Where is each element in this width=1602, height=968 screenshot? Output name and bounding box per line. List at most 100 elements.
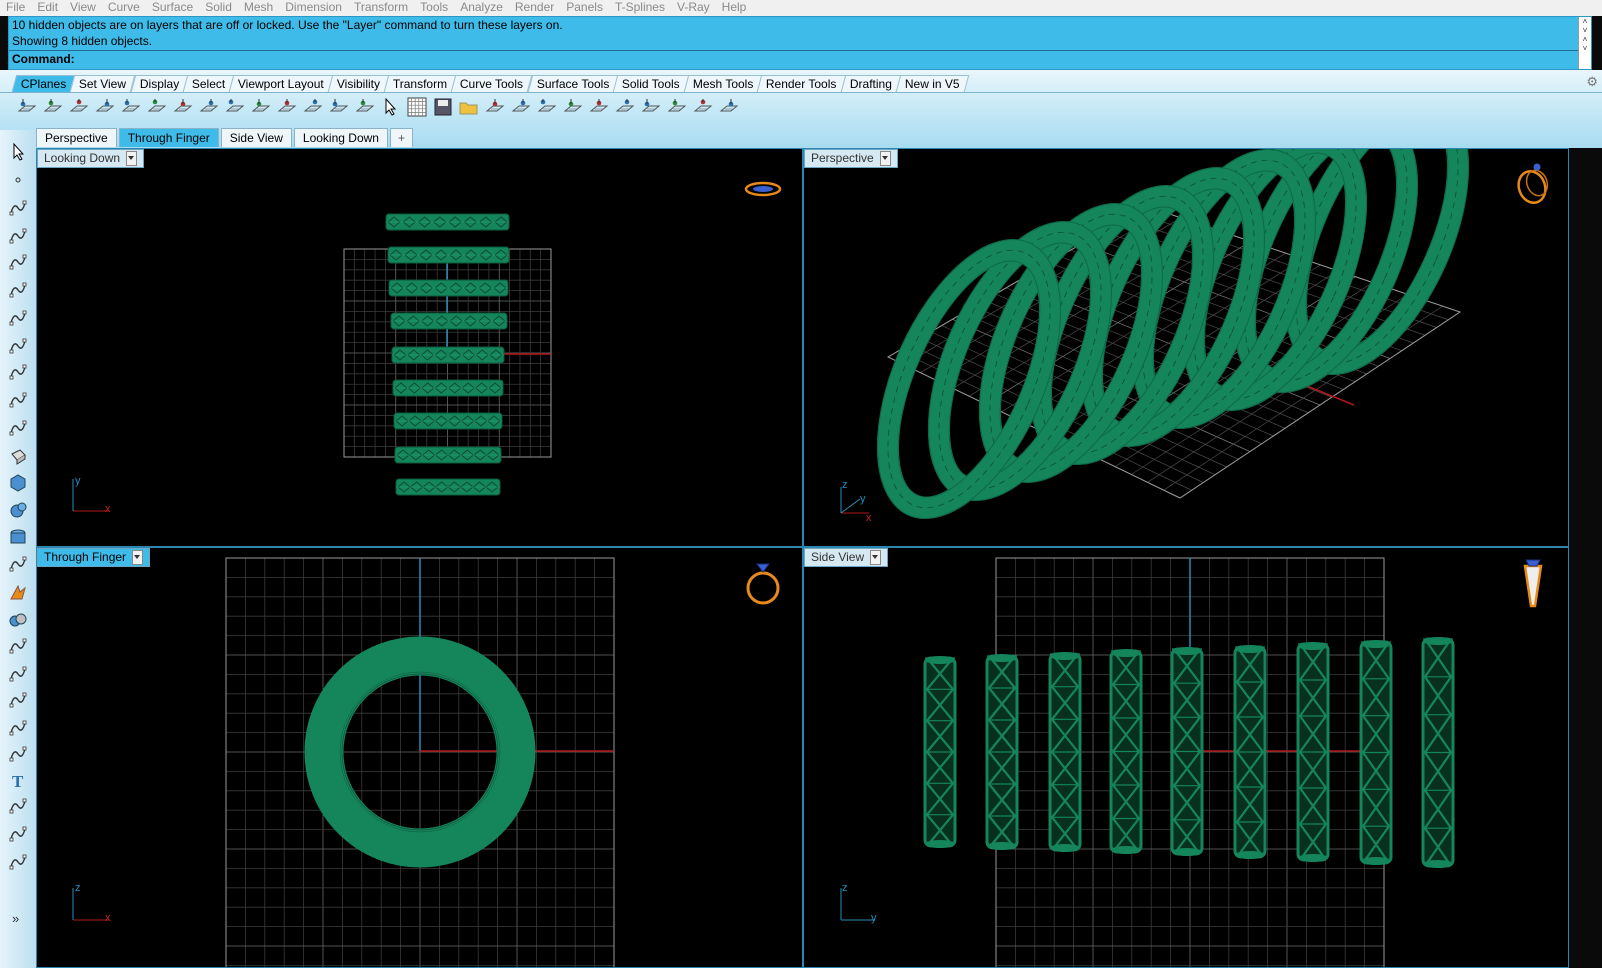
menu-render[interactable]: Render (509, 1, 560, 13)
dimension-icon[interactable] (6, 794, 30, 818)
command-prompt[interactable]: Command: (12, 52, 75, 66)
toolbar-tab-transform[interactable]: Transform (383, 75, 457, 92)
menu-solid[interactable]: Solid (199, 1, 238, 13)
fillet-icon[interactable] (6, 388, 30, 412)
menu-analyze[interactable]: Analyze (454, 1, 509, 13)
cplane-previous-icon[interactable] (638, 95, 664, 119)
viewport-through-finger[interactable]: Through Finger z x (36, 547, 803, 968)
curve-icon[interactable] (6, 224, 30, 248)
trim-icon[interactable] (6, 662, 30, 686)
cplane-world-back-icon[interactable] (92, 95, 118, 119)
cplane-surface-icon[interactable] (586, 95, 612, 119)
array-icon[interactable] (6, 742, 30, 766)
polygon-icon[interactable] (6, 306, 30, 330)
group-icon[interactable] (6, 822, 30, 846)
menu-edit[interactable]: Edit (31, 1, 64, 13)
ring-band-side-view[interactable] (1296, 642, 1330, 862)
select-cursor-icon[interactable] (378, 95, 404, 119)
ring-band-top-view[interactable] (391, 346, 505, 364)
gear-icon[interactable]: ⚙ (1586, 74, 1598, 90)
menu-tools[interactable]: Tools (414, 1, 454, 13)
cplane-perpendicular-icon[interactable] (560, 95, 586, 119)
ring-band-side-view[interactable] (1109, 649, 1143, 854)
menu-surface[interactable]: Surface (146, 1, 199, 13)
chevron-down-icon[interactable] (870, 550, 882, 565)
cplane-view-icon[interactable] (300, 95, 326, 119)
toolbar-tab-select[interactable]: Select (182, 75, 235, 92)
viewport-side-view[interactable]: Side View z y (803, 547, 1569, 968)
toolbar-tab-surface-tools[interactable]: Surface Tools (527, 75, 619, 92)
cplane-x-axis-icon[interactable] (248, 95, 274, 119)
ring-band-side-view[interactable] (1048, 652, 1082, 852)
ring-band-top-view[interactable] (387, 246, 510, 264)
menu-mesh[interactable]: Mesh (238, 1, 279, 13)
box-icon[interactable] (6, 470, 30, 494)
explode-icon[interactable] (6, 716, 30, 740)
cplane-object-icon[interactable] (326, 95, 352, 119)
text-icon[interactable]: T (6, 768, 30, 792)
ring-band-side-view[interactable] (1359, 640, 1393, 865)
join-icon[interactable] (6, 688, 30, 712)
point-icon[interactable] (6, 168, 30, 192)
ring-band-top-view[interactable] (388, 279, 509, 297)
cylinder-icon[interactable] (6, 526, 30, 550)
add-viewport-tab-icon[interactable]: + (389, 128, 413, 147)
toolbar-tab-solid-tools[interactable]: Solid Tools (612, 75, 690, 92)
ring-band-top-view[interactable] (393, 412, 503, 430)
menu-file[interactable]: File (0, 1, 31, 13)
toolbar-tab-set-view[interactable]: Set View (70, 75, 136, 92)
viewport-tab-side-view[interactable]: Side View (220, 128, 292, 147)
ring-band-top-view[interactable] (390, 312, 508, 330)
cplane-tools-icon[interactable] (690, 95, 716, 119)
split-icon[interactable] (6, 634, 30, 658)
cplane-elevation-icon[interactable] (196, 95, 222, 119)
arc-icon[interactable] (6, 360, 30, 384)
cplane-curve-icon[interactable] (508, 95, 534, 119)
select-arrow-icon[interactable] (6, 140, 30, 164)
ring-band-side-view[interactable] (923, 656, 957, 848)
viewport-perspective[interactable]: Perspective z y x (803, 148, 1569, 547)
cplane-origin-icon[interactable] (170, 95, 196, 119)
cplane-z-axis-icon[interactable] (274, 95, 300, 119)
chevron-down-icon[interactable] (879, 151, 891, 166)
menu-dimension[interactable]: Dimension (279, 1, 348, 13)
sphere-icon[interactable] (6, 498, 30, 522)
viewport-title-through-finger[interactable]: Through Finger (37, 548, 151, 567)
boolean-icon[interactable] (6, 608, 30, 632)
toolbar-tab-curve-tools[interactable]: Curve Tools (451, 75, 533, 92)
cplane-world-front-icon[interactable] (40, 95, 66, 119)
cplane-world-left-icon[interactable] (118, 95, 144, 119)
transform-icon[interactable] (6, 580, 30, 604)
named-cplanes-icon[interactable] (716, 95, 742, 119)
viewport-tab-perspective[interactable]: Perspective (36, 128, 117, 147)
circle-icon[interactable] (6, 250, 30, 274)
ring-band-top-view[interactable] (392, 379, 504, 397)
viewport-title-perspective[interactable]: Perspective (804, 149, 898, 168)
ring-band-side-view[interactable] (985, 654, 1019, 850)
viewport-tab-looking-down[interactable]: Looking Down (293, 128, 388, 147)
toolbar-tab-display[interactable]: Display (130, 75, 189, 92)
polyline-icon[interactable] (6, 196, 30, 220)
set-elevation-icon[interactable] (534, 95, 560, 119)
menu-panels[interactable]: Panels (560, 1, 609, 13)
menu-v-ray[interactable]: V-Ray (671, 1, 716, 13)
open-cplane-icon[interactable] (456, 95, 482, 119)
viewport-looking-down[interactable]: Looking Down y x (36, 148, 803, 547)
more-icon[interactable]: » (6, 906, 30, 930)
rectangle-icon[interactable] (6, 334, 30, 358)
cplane-world-top-icon[interactable] (14, 95, 40, 119)
ring-band-top-view[interactable] (385, 213, 510, 231)
menu-curve[interactable]: Curve (102, 1, 146, 13)
viewport-title-looking-down[interactable]: Looking Down (37, 149, 145, 168)
toolbar-tab-visibility[interactable]: Visibility (327, 75, 390, 92)
chevron-down-icon[interactable] (132, 550, 144, 565)
toolbar-tab-drafting[interactable]: Drafting (840, 75, 902, 92)
viewport-tab-through-finger[interactable]: Through Finger (118, 128, 219, 147)
extrude-icon[interactable] (6, 444, 30, 468)
ring-band-top-view[interactable] (394, 446, 502, 464)
chevron-down-icon[interactable] (126, 151, 138, 166)
viewport-title-side-view[interactable]: Side View (804, 548, 889, 567)
menu-t-splines[interactable]: T-Splines (609, 1, 671, 13)
cplane-3-points-icon[interactable] (222, 95, 248, 119)
surface-icon[interactable] (6, 416, 30, 440)
